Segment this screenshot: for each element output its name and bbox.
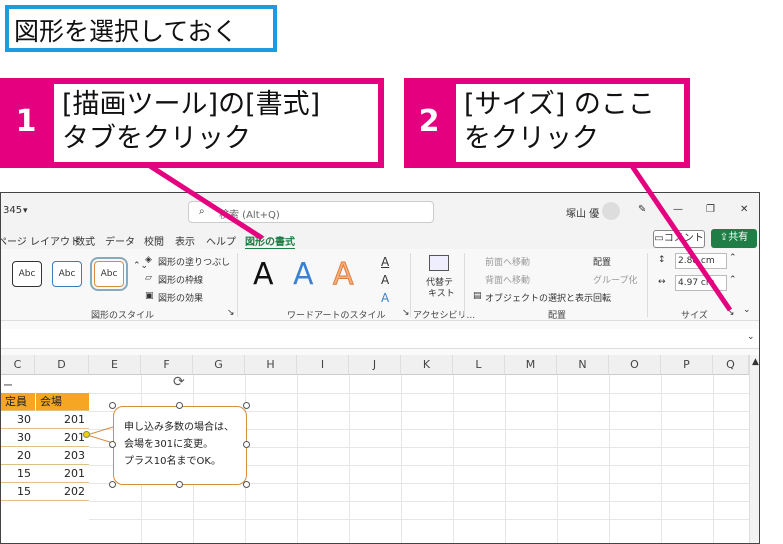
pointer-lines — [148, 163, 733, 312]
callout-2-pointer — [629, 164, 733, 312]
callout-1-pointer — [148, 163, 264, 241]
